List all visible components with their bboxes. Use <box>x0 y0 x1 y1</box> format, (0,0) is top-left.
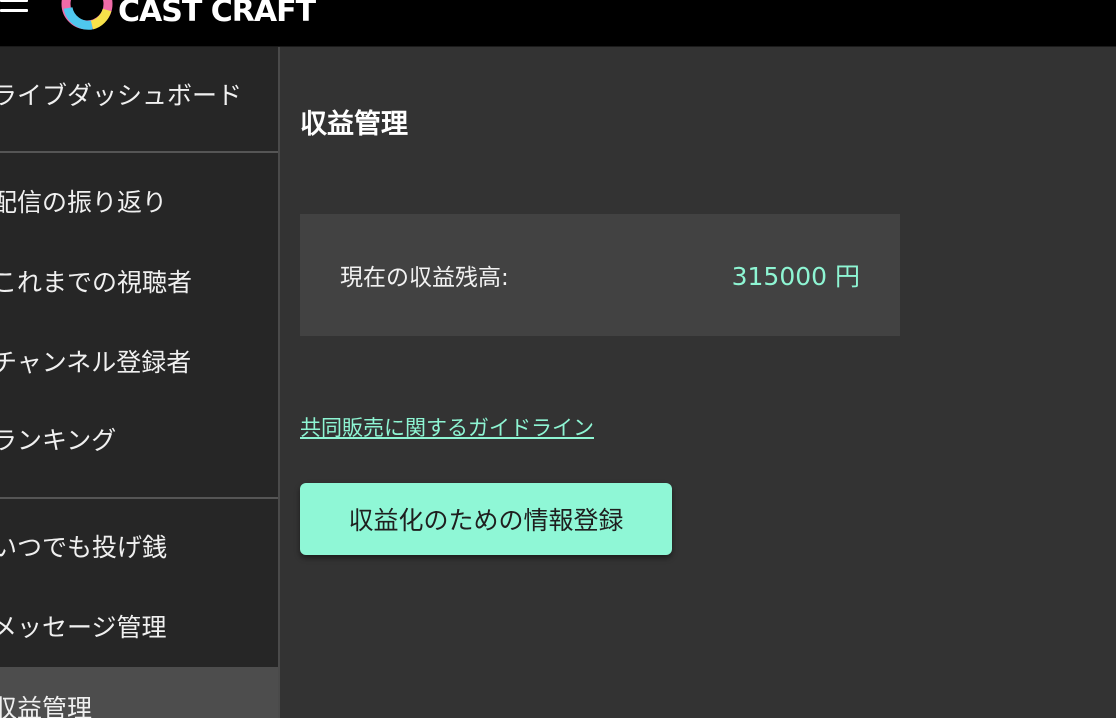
sidebar-item-ranking[interactable]: ランキング <box>0 409 278 469</box>
sidebar-item-revenue-management[interactable]: 収益管理 <box>0 667 278 718</box>
sidebar-item-stream-review[interactable]: 配信の振り返り <box>0 171 278 231</box>
page-title: 収益管理 <box>300 109 408 140</box>
sidebar-divider <box>0 497 278 499</box>
sidebar-item-anytime-tipping[interactable]: いつでも投げ銭 <box>0 516 278 576</box>
sidebar-item-past-viewers[interactable]: これまでの視聴者 <box>0 251 278 311</box>
balance-value: 315000 円 <box>731 262 860 291</box>
balance-card: 現在の収益残高: 315000 円 <box>300 214 900 336</box>
sidebar-item-label: 収益管理 <box>0 694 93 718</box>
top-bar: CAST CRAFT <box>0 0 1116 47</box>
logo-text: CAST CRAFT <box>118 0 316 29</box>
sidebar-item-label: いつでも投げ銭 <box>0 533 168 562</box>
sidebar-item-label: メッセージ管理 <box>0 613 167 642</box>
logo-ring-icon <box>61 0 113 30</box>
sidebar-item-label: ランキング <box>0 426 117 455</box>
monetization-register-button[interactable]: 収益化のための情報登録 <box>300 483 672 555</box>
sidebar-item-live-dashboard[interactable]: ライブダッシュボード <box>0 64 278 124</box>
balance-label: 現在の収益残高: <box>340 265 509 291</box>
sidebar-item-label: チャンネル登録者 <box>0 348 192 377</box>
sidebar-item-message-management[interactable]: メッセージ管理 <box>0 596 278 656</box>
sidebar-divider <box>0 151 278 153</box>
guideline-link[interactable]: 共同販売に関するガイドライン <box>300 412 594 442</box>
main-content: 収益管理 現在の収益残高: 315000 円 共同販売に関するガイドライン 収益… <box>280 47 1116 718</box>
sidebar-item-label: 配信の振り返り <box>0 188 168 217</box>
sidebar-item-label: ライブダッシュボード <box>0 81 243 110</box>
sidebar-item-subscribers[interactable]: チャンネル登録者 <box>0 331 278 391</box>
sidebar-item-label: これまでの視聴者 <box>0 268 193 297</box>
sidebar: ライブダッシュボード 配信の振り返り これまでの視聴者 チャンネル登録者 ランキ… <box>0 47 280 718</box>
hamburger-menu-icon[interactable] <box>0 0 30 22</box>
cast-craft-logo[interactable]: CAST CRAFT <box>58 0 316 34</box>
